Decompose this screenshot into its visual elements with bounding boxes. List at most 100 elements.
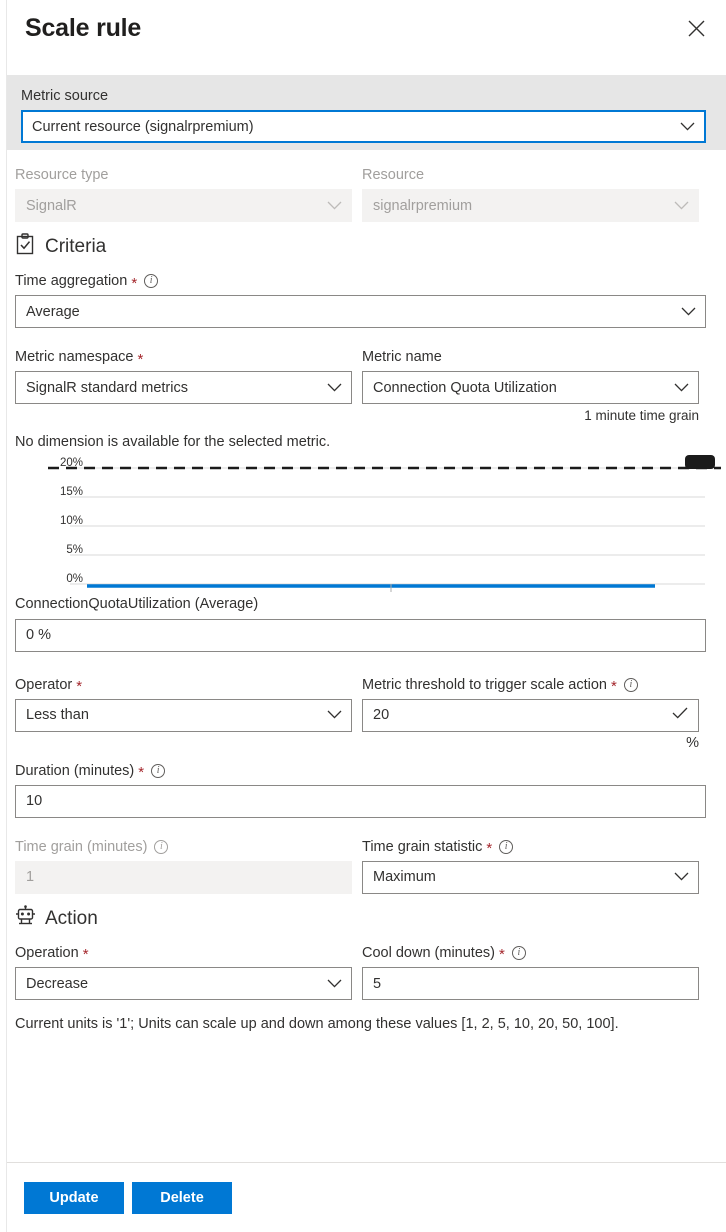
operator-group: Operator * Less than: [15, 676, 352, 751]
required-asterisk: *: [486, 841, 492, 856]
svg-text:15%: 15%: [60, 486, 83, 498]
action-row: Operation * Decrease Cool down (minutes)…: [15, 944, 706, 1000]
operator-value: Less than: [26, 707, 89, 723]
operation-group: Operation * Decrease: [15, 944, 352, 1000]
criteria-heading-text: Criteria: [45, 236, 106, 258]
chevron-down-icon: [327, 380, 342, 396]
chevron-down-icon: [680, 119, 695, 135]
cool-down-label-text: Cool down (minutes): [362, 944, 495, 962]
time-aggregation-group: Time aggregation * Average: [15, 272, 706, 328]
svg-text:10%: 10%: [60, 515, 83, 527]
metric-chart-svg: 20% 15% 10% 5% 0% 下午4:25 UTC+08:00: [15, 450, 721, 595]
cool-down-label: Cool down (minutes) *: [362, 944, 699, 962]
clipboard-check-icon: [15, 233, 36, 261]
operation-dropdown[interactable]: Decrease: [15, 967, 352, 1000]
duration-group: Duration (minutes) * 10: [15, 762, 706, 818]
required-asterisk: *: [137, 352, 143, 367]
metric-source-label: Metric source: [21, 87, 706, 105]
metric-name-group: Metric name Connection Quota Utilization…: [362, 348, 699, 423]
metric-readout-label: ConnectionQuotaUtilization (Average): [15, 595, 706, 613]
required-asterisk: *: [83, 947, 89, 962]
time-grain-statistic-label: Time grain statistic *: [362, 838, 699, 856]
metric-row: Metric namespace * SignalR standard metr…: [15, 348, 706, 423]
metric-namespace-label-text: Metric namespace: [15, 348, 133, 366]
chart-gridlines: [70, 468, 705, 584]
operation-label-text: Operation: [15, 944, 79, 962]
criteria-heading: Criteria: [15, 233, 706, 261]
close-button[interactable]: [678, 10, 714, 46]
duration-input[interactable]: 10: [15, 785, 706, 818]
time-grain-label: Time grain (minutes): [15, 838, 352, 856]
info-icon[interactable]: [512, 946, 526, 960]
operation-label: Operation *: [15, 944, 352, 962]
resource-label: Resource: [362, 166, 699, 184]
chevron-down-icon: [681, 304, 696, 320]
cool-down-group: Cool down (minutes) * 5: [362, 944, 699, 1000]
info-icon[interactable]: [624, 678, 638, 692]
metric-source-dropdown[interactable]: Current resource (signalrpremium): [21, 110, 706, 143]
time-grain-statistic-group: Time grain statistic * Maximum: [362, 838, 699, 894]
threshold-handle[interactable]: [685, 455, 715, 469]
resource-type-dropdown: SignalR: [15, 189, 352, 222]
resource-value: signalrpremium: [373, 198, 472, 214]
action-heading-text: Action: [45, 908, 98, 930]
threshold-label-text: Metric threshold to trigger scale action: [362, 676, 607, 694]
action-heading: Action: [15, 905, 706, 933]
duration-label: Duration (minutes) *: [15, 762, 706, 780]
dialog-header: Scale rule: [0, 0, 726, 75]
operator-dropdown[interactable]: Less than: [15, 699, 352, 732]
metric-source-section: Metric source Current resource (signalrp…: [0, 75, 726, 150]
threshold-unit: %: [362, 735, 699, 751]
metric-namespace-dropdown[interactable]: SignalR standard metrics: [15, 371, 352, 404]
operator-label-text: Operator: [15, 676, 72, 694]
page-title: Scale rule: [25, 0, 726, 41]
metric-source-value: Current resource (signalrpremium): [32, 119, 254, 135]
svg-text:5%: 5%: [66, 544, 83, 556]
duration-label-text: Duration (minutes): [15, 762, 134, 780]
time-grain-statistic-value: Maximum: [373, 869, 436, 885]
update-button[interactable]: Update: [24, 1182, 124, 1214]
resource-type-label: Resource type: [15, 166, 352, 184]
metric-namespace-label: Metric namespace *: [15, 348, 352, 366]
scale-rule-dialog: Scale rule Metric source Current resourc…: [0, 0, 726, 1232]
resource-row: Resource type SignalR Resource signalrpr…: [15, 166, 706, 222]
time-grain-hint: 1 minute time grain: [362, 408, 699, 423]
time-grain-label-text: Time grain (minutes): [15, 838, 147, 856]
info-icon[interactable]: [151, 764, 165, 778]
delete-button[interactable]: Delete: [132, 1182, 232, 1214]
metric-name-value: Connection Quota Utilization: [373, 380, 557, 396]
threshold-input[interactable]: 20: [362, 699, 699, 732]
time-aggregation-dropdown[interactable]: Average: [15, 295, 706, 328]
operation-value: Decrease: [26, 976, 88, 992]
required-asterisk: *: [138, 765, 144, 780]
info-icon[interactable]: [144, 274, 158, 288]
metric-chart: 20% 15% 10% 5% 0% 下午4:25 UTC+08:00: [15, 450, 706, 595]
metric-namespace-value: SignalR standard metrics: [26, 380, 188, 396]
chart-y-tick-labels: 20% 15% 10% 5% 0%: [60, 457, 83, 585]
threshold-group: Metric threshold to trigger scale action…: [362, 676, 699, 751]
resource-type-value: SignalR: [26, 198, 77, 214]
info-icon[interactable]: [154, 840, 168, 854]
required-asterisk: *: [76, 679, 82, 694]
metric-name-dropdown[interactable]: Connection Quota Utilization: [362, 371, 699, 404]
metric-readout-input[interactable]: 0 %: [15, 619, 706, 652]
info-icon[interactable]: [499, 840, 513, 854]
resource-dropdown: signalrpremium: [362, 189, 699, 222]
metric-readout-group: ConnectionQuotaUtilization (Average) 0 %: [15, 595, 706, 651]
time-grain-statistic-dropdown[interactable]: Maximum: [362, 861, 699, 894]
chevron-down-icon: [674, 198, 689, 214]
required-asterisk: *: [611, 679, 617, 694]
resource-group: Resource signalrpremium: [362, 166, 699, 222]
threshold-label: Metric threshold to trigger scale action…: [362, 676, 699, 694]
chevron-down-icon: [327, 976, 342, 992]
time-grain-row: Time grain (minutes) 1 Time grain statis…: [15, 838, 706, 894]
dialog-body: Resource type SignalR Resource signalrpr…: [0, 150, 726, 1162]
dimension-note: No dimension is available for the select…: [15, 434, 706, 450]
time-grain-group: Time grain (minutes) 1: [15, 838, 352, 894]
close-icon: [688, 20, 705, 37]
left-gutter-strip: [0, 0, 7, 1232]
cool-down-input[interactable]: 5: [362, 967, 699, 1000]
time-grain-value: 1: [26, 869, 34, 885]
time-grain-input: 1: [15, 861, 352, 894]
required-asterisk: *: [499, 947, 505, 962]
